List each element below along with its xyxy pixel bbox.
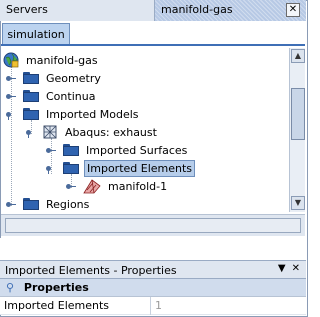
panel-spacer	[0, 238, 306, 260]
tab-simulation[interactable]: simulation	[2, 23, 70, 44]
tree-label-root: manifold-gas	[26, 53, 98, 67]
scroll-down-icon[interactable]: ▼	[291, 196, 305, 210]
element-part-icon	[83, 179, 101, 194]
close-panel-icon[interactable]: ✕	[292, 263, 300, 274]
panel-menu-icon[interactable]: ▼	[278, 263, 286, 274]
expand-continua-toggle[interactable]	[6, 91, 17, 102]
top-tab-bar: Servers manifold-gas ✕	[0, 0, 306, 21]
tree-label-abaqus-exhaust: Abaqus: exhaust	[65, 125, 157, 139]
folder-icon	[23, 72, 39, 84]
collapse-imported-models-toggle[interactable]	[6, 109, 17, 120]
tree-item-imported-surfaces[interactable]: Imported Surfaces	[63, 141, 189, 159]
properties-group-label: Properties	[23, 281, 89, 294]
tree-bottom-bar	[1, 214, 305, 236]
collapse-abaqus-toggle[interactable]	[26, 127, 37, 138]
expand-regions-toggle[interactable]	[6, 199, 17, 210]
tab-manifold-gas[interactable]: manifold-gas ✕	[154, 0, 306, 21]
close-icon[interactable]: ✕	[286, 3, 300, 17]
tree-label-imported-surfaces: Imported Surfaces	[86, 143, 188, 157]
folder-icon	[63, 144, 79, 156]
tree-item-geometry[interactable]: Geometry	[23, 69, 103, 87]
tree-vertical-scrollbar[interactable]: ▲ ▼	[289, 48, 305, 212]
tree-label-regions: Regions	[46, 197, 90, 211]
properties-panel-title-bar: Imported Elements - Properties ▼ ✕	[0, 260, 306, 279]
tree-item-continua[interactable]: Continua	[23, 87, 97, 105]
scroll-up-icon[interactable]: ▲	[291, 49, 305, 63]
expand-imported-surfaces-toggle[interactable]	[46, 145, 57, 156]
tree-label-continua: Continua	[46, 89, 96, 103]
globe-icon	[3, 52, 19, 68]
collapse-imported-elements-toggle[interactable]	[46, 163, 57, 174]
pin-icon: ⚲	[6, 281, 15, 294]
tree-label-manifold-1: manifold-1	[108, 179, 168, 193]
properties-group-header[interactable]: ⚲ Properties	[0, 279, 306, 297]
folder-icon	[23, 108, 39, 120]
subtab-strip: simulation	[1, 23, 305, 46]
expand-manifold-1-toggle[interactable]	[66, 181, 77, 192]
tree-label-imported-models: Imported Models	[46, 107, 139, 121]
properties-panel-title: Imported Elements - Properties	[5, 264, 177, 277]
tab-simulation-label: simulation	[7, 28, 65, 41]
folder-icon	[23, 90, 39, 102]
property-value: 1	[155, 299, 162, 312]
expand-geometry-toggle[interactable]	[6, 73, 17, 84]
tree-item-abaqus-exhaust[interactable]: Abaqus: exhaust	[43, 123, 159, 141]
tab-servers-label: Servers	[6, 3, 48, 16]
property-divider	[150, 297, 151, 315]
tree-item-regions[interactable]: Regions	[23, 195, 91, 212]
horizontal-scrollbar[interactable]	[5, 218, 301, 233]
tree-label-geometry: Geometry	[46, 71, 101, 85]
tree-item-imported-models[interactable]: Imported Models	[23, 105, 141, 123]
folder-icon	[23, 198, 39, 210]
tree-item-imported-elements[interactable]: Imported Elements	[63, 159, 196, 177]
folder-icon	[63, 162, 79, 174]
property-row[interactable]: Imported Elements 1	[0, 297, 306, 315]
tree-item-root[interactable]: manifold-gas	[3, 51, 100, 69]
tree-guide-line	[11, 66, 12, 206]
tree-label-imported-elements: Imported Elements	[84, 159, 196, 177]
tab-manifold-gas-label: manifold-gas	[161, 3, 233, 16]
simulation-tree[interactable]: manifold-gas Geometry Continua Imported …	[1, 48, 289, 212]
scroll-thumb[interactable]	[291, 88, 305, 140]
panel-controls: ▼ ✕	[278, 263, 300, 274]
tree-item-manifold-1[interactable]: manifold-1	[83, 177, 169, 195]
property-name: Imported Elements	[4, 299, 110, 312]
tab-servers[interactable]: Servers	[0, 0, 154, 21]
mesh-model-icon	[43, 125, 57, 139]
